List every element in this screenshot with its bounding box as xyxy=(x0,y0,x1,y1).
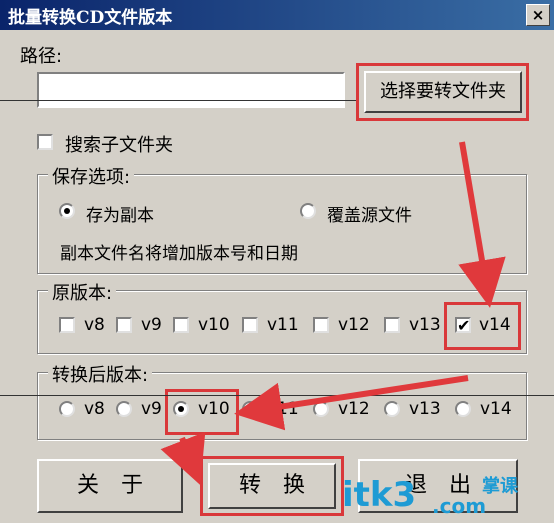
arrow-browse-to-v14 xyxy=(458,141,506,308)
watermark-domain: .com xyxy=(432,494,487,518)
annotation-arrows xyxy=(160,141,506,486)
watermark-logo: itk3 xyxy=(342,475,417,515)
arrow-v10-to-convert xyxy=(160,431,206,486)
watermark-tag: 掌课 xyxy=(482,476,518,497)
arrow-v14-to-v10 xyxy=(234,375,469,431)
